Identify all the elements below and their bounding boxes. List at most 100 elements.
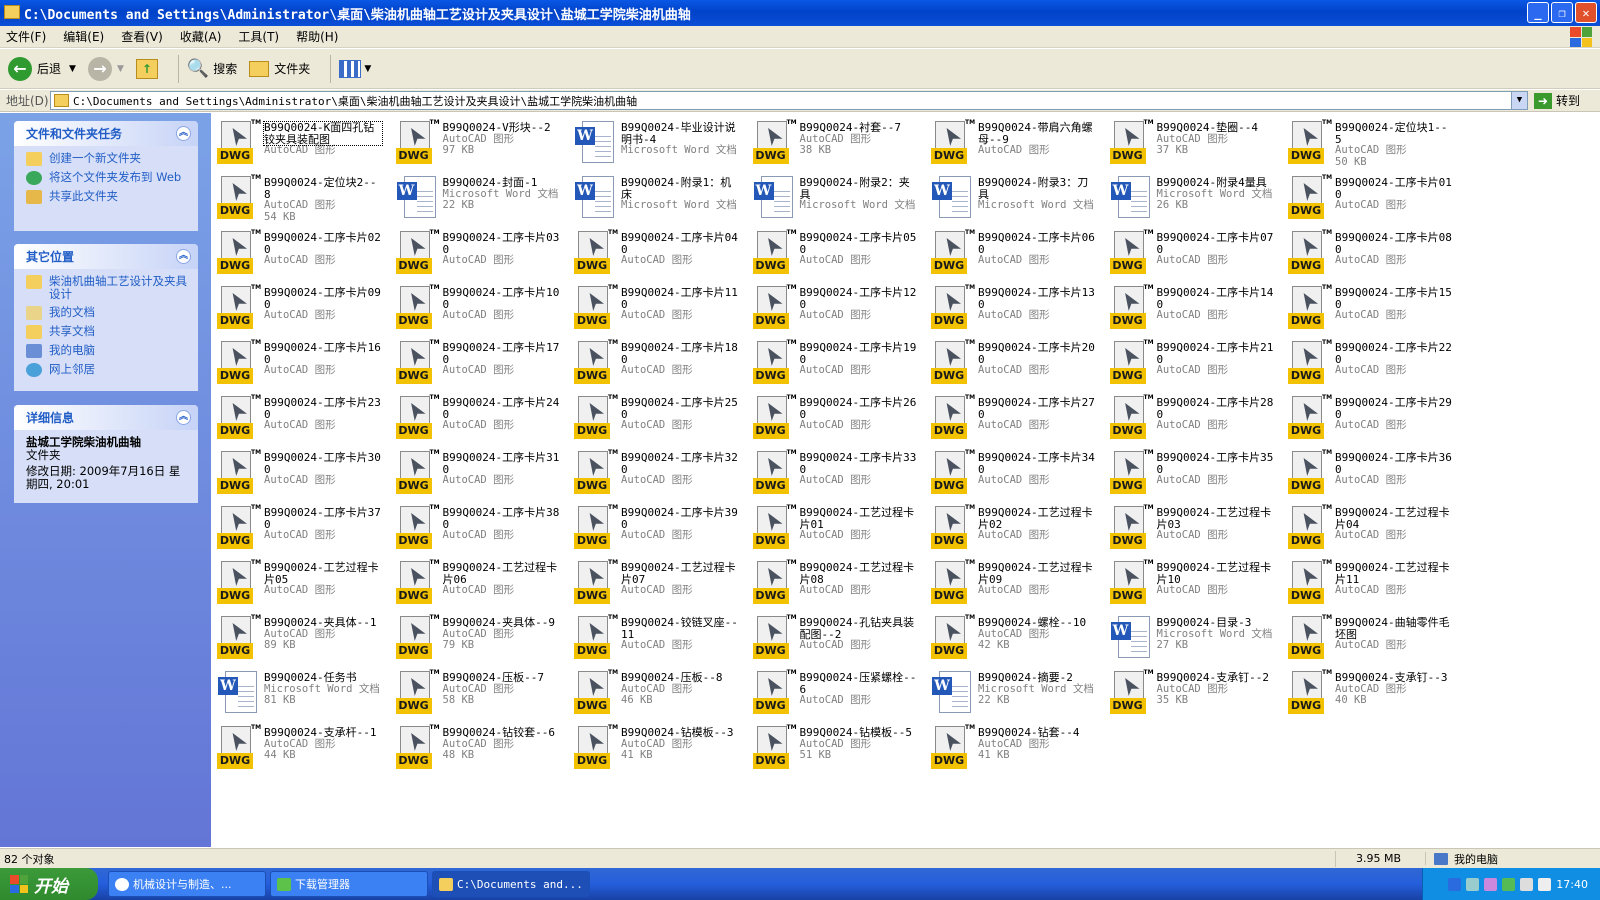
file-item[interactable]: TM DWG B99Q0024-工序卡片260 AutoCAD 图形	[749, 390, 921, 442]
file-item[interactable]: TM DWG B99Q0024-钻模板--5 AutoCAD 图形 51 KB	[749, 720, 921, 772]
menu-view[interactable]: 查看(V)	[121, 28, 163, 45]
file-item[interactable]: TM DWG B99Q0024-定位块1--5 AutoCAD 图形 50 KB	[1284, 115, 1456, 167]
file-item[interactable]: TM DWG B99Q0024-工序卡片360 AutoCAD 图形	[1284, 445, 1456, 497]
address-input[interactable]: C:\Documents and Settings\Administrator\…	[50, 91, 1528, 110]
tray-app-icon[interactable]	[1502, 877, 1516, 891]
shield-icon[interactable]	[1520, 877, 1534, 891]
file-item[interactable]: TM DWG B99Q0024-工序卡片090 AutoCAD 图形	[213, 280, 385, 332]
forward-dropdown-icon[interactable]: ▼	[117, 64, 124, 74]
collapse-icon[interactable]: ︽	[176, 410, 191, 425]
taskbar-item-browser[interactable]: 机械设计与制造、...	[108, 871, 266, 897]
file-item[interactable]: TM DWG B99Q0024-工序卡片150 AutoCAD 图形	[1284, 280, 1456, 332]
file-item[interactable]: TM DWG B99Q0024-压板--8 AutoCAD 图形 46 KB	[570, 665, 742, 717]
file-item[interactable]: TM DWG B99Q0024-压紧螺栓--6 AutoCAD 图形	[749, 665, 921, 717]
task-share-folder[interactable]: 共享此文件夹	[26, 190, 190, 204]
file-item[interactable]: TM DWG B99Q0024-工序卡片180 AutoCAD 图形	[570, 335, 742, 387]
file-item[interactable]: W B99Q0024-附录4量具 Microsoft Word 文档 26 KB	[1106, 170, 1278, 222]
file-item[interactable]: TM DWG B99Q0024-工艺过程卡片10 AutoCAD 图形	[1106, 555, 1278, 607]
file-item[interactable]: W B99Q0024-任务书 Microsoft Word 文档 81 KB	[213, 665, 385, 717]
title-bar[interactable]: C:\Documents and Settings\Administrator\…	[0, 0, 1600, 26]
minimize-button[interactable]: _	[1527, 2, 1549, 23]
file-item[interactable]: W B99Q0024-封面-1 Microsoft Word 文档 22 KB	[392, 170, 564, 222]
file-item[interactable]: TM DWG B99Q0024-工序卡片230 AutoCAD 图形	[213, 390, 385, 442]
file-item[interactable]: TM DWG B99Q0024-夹具体--1 AutoCAD 图形 89 KB	[213, 610, 385, 662]
file-item[interactable]: TM DWG B99Q0024-工序卡片190 AutoCAD 图形	[749, 335, 921, 387]
file-item[interactable]: TM DWG B99Q0024-工序卡片170 AutoCAD 图形	[392, 335, 564, 387]
file-item[interactable]: TM DWG B99Q0024-工序卡片060 AutoCAD 图形	[927, 225, 1099, 277]
file-item[interactable]: TM DWG B99Q0024-曲轴零件毛坯图 AutoCAD 图形	[1284, 610, 1456, 662]
file-item[interactable]: TM DWG B99Q0024-工序卡片250 AutoCAD 图形	[570, 390, 742, 442]
views-button[interactable]: ▼	[339, 59, 371, 78]
file-item[interactable]: TM DWG B99Q0024-孔钻夹具装配图--2 AutoCAD 图形	[749, 610, 921, 662]
maximize-button[interactable]: ❐	[1551, 2, 1573, 23]
search-button[interactable]: 🔍 搜索	[187, 58, 237, 79]
file-item[interactable]: TM DWG B99Q0024-工序卡片120 AutoCAD 图形	[749, 280, 921, 332]
input-method-icon[interactable]	[1448, 877, 1462, 891]
place-my-computer[interactable]: 我的电脑	[26, 344, 190, 358]
file-item[interactable]: TM DWG B99Q0024-工序卡片270 AutoCAD 图形	[927, 390, 1099, 442]
file-item[interactable]: TM DWG B99Q0024-工艺过程卡片01 AutoCAD 图形	[749, 500, 921, 552]
back-button[interactable]: ← 后退 ▼	[8, 56, 76, 81]
address-dropdown-icon[interactable]: ▼	[1511, 92, 1527, 109]
go-button[interactable]: ➜ 转到	[1534, 92, 1580, 109]
file-item[interactable]: TM DWG B99Q0024-工序卡片350 AutoCAD 图形	[1106, 445, 1278, 497]
file-item[interactable]: TM DWG B99Q0024-工序卡片160 AutoCAD 图形	[213, 335, 385, 387]
file-item[interactable]: TM DWG B99Q0024-工序卡片200 AutoCAD 图形	[927, 335, 1099, 387]
collapse-icon[interactable]: ︽	[176, 126, 191, 141]
file-item[interactable]: W B99Q0024-附录2：夹具 Microsoft Word 文档	[749, 170, 921, 222]
file-item[interactable]: TM DWG B99Q0024-工序卡片010 AutoCAD 图形	[1284, 170, 1456, 222]
file-item[interactable]: TM DWG B99Q0024-夹具体--9 AutoCAD 图形 79 KB	[392, 610, 564, 662]
file-item[interactable]: TM DWG B99Q0024-工艺过程卡片06 AutoCAD 图形	[392, 555, 564, 607]
file-item[interactable]: TM DWG B99Q0024-工序卡片310 AutoCAD 图形	[392, 445, 564, 497]
file-item[interactable]: TM DWG B99Q0024-工艺过程卡片07 AutoCAD 图形	[570, 555, 742, 607]
file-item[interactable]: TM DWG B99Q0024-衬套--7 AutoCAD 图形 38 KB	[749, 115, 921, 167]
file-item[interactable]: TM DWG B99Q0024-支承钉--2 AutoCAD 图形 35 KB	[1106, 665, 1278, 717]
menu-tools[interactable]: 工具(T)	[238, 28, 279, 45]
file-item[interactable]: TM DWG B99Q0024-工序卡片380 AutoCAD 图形	[392, 500, 564, 552]
file-item[interactable]: TM DWG B99Q0024-工序卡片210 AutoCAD 图形	[1106, 335, 1278, 387]
file-item[interactable]: TM DWG B99Q0024-工艺过程卡片04 AutoCAD 图形	[1284, 500, 1456, 552]
file-item[interactable]: TM DWG B99Q0024-工序卡片030 AutoCAD 图形	[392, 225, 564, 277]
file-item[interactable]: TM DWG B99Q0024-工序卡片280 AutoCAD 图形	[1106, 390, 1278, 442]
file-item[interactable]: TM DWG B99Q0024-工序卡片050 AutoCAD 图形	[749, 225, 921, 277]
close-button[interactable]: ✕	[1575, 2, 1597, 23]
task-new-folder[interactable]: 创建一个新文件夹	[26, 152, 190, 166]
file-item[interactable]: TM DWG B99Q0024-工序卡片320 AutoCAD 图形	[570, 445, 742, 497]
menu-edit[interactable]: 编辑(E)	[63, 28, 104, 45]
file-item[interactable]: W B99Q0024-摘要-2 Microsoft Word 文档 22 KB	[927, 665, 1099, 717]
up-folder-button[interactable]: ↑	[135, 58, 158, 79]
file-item[interactable]: TM DWG B99Q0024-K面四孔钻铰夹具装配图 AutoCAD 图形	[213, 115, 385, 167]
file-item[interactable]: TM DWG B99Q0024-工序卡片070 AutoCAD 图形	[1106, 225, 1278, 277]
file-item[interactable]: TM DWG B99Q0024-工艺过程卡片05 AutoCAD 图形	[213, 555, 385, 607]
file-item[interactable]: W B99Q0024-附录3：刀具 Microsoft Word 文档	[927, 170, 1099, 222]
file-item[interactable]: TM DWG B99Q0024-工艺过程卡片09 AutoCAD 图形	[927, 555, 1099, 607]
file-item[interactable]: TM DWG B99Q0024-工序卡片080 AutoCAD 图形	[1284, 225, 1456, 277]
file-item[interactable]: TM DWG B99Q0024-工序卡片330 AutoCAD 图形	[749, 445, 921, 497]
file-item[interactable]: TM DWG B99Q0024-钻模板--3 AutoCAD 图形 41 KB	[570, 720, 742, 772]
other-places-header[interactable]: 其它位置 ︽	[14, 244, 198, 269]
file-item[interactable]: TM DWG B99Q0024-压板--7 AutoCAD 图形 58 KB	[392, 665, 564, 717]
file-item[interactable]: TM DWG B99Q0024-钻套--4 AutoCAD 图形 41 KB	[927, 720, 1099, 772]
file-item[interactable]: TM DWG B99Q0024-定位块2--8 AutoCAD 图形 54 KB	[213, 170, 385, 222]
file-item[interactable]: TM DWG B99Q0024-工序卡片020 AutoCAD 图形	[213, 225, 385, 277]
file-item[interactable]: TM DWG B99Q0024-支承杆--1 AutoCAD 图形 44 KB	[213, 720, 385, 772]
file-item[interactable]: TM DWG B99Q0024-工序卡片290 AutoCAD 图形	[1284, 390, 1456, 442]
file-item[interactable]: TM DWG B99Q0024-工序卡片390 AutoCAD 图形	[570, 500, 742, 552]
file-item[interactable]: W B99Q0024-毕业设计说明书-4 Microsoft Word 文档	[570, 115, 742, 167]
file-item[interactable]: TM DWG B99Q0024-工序卡片340 AutoCAD 图形	[927, 445, 1099, 497]
file-item[interactable]: TM DWG B99Q0024-钻铰套--6 AutoCAD 图形 48 KB	[392, 720, 564, 772]
menu-file[interactable]: 文件(F)	[6, 28, 46, 45]
file-item[interactable]: TM DWG B99Q0024-工序卡片140 AutoCAD 图形	[1106, 280, 1278, 332]
file-item[interactable]: TM DWG B99Q0024-工序卡片100 AutoCAD 图形	[392, 280, 564, 332]
file-item[interactable]: TM DWG B99Q0024-工序卡片110 AutoCAD 图形	[570, 280, 742, 332]
back-dropdown-icon[interactable]: ▼	[69, 64, 76, 74]
menu-help[interactable]: 帮助(H)	[296, 28, 338, 45]
file-item[interactable]: TM DWG B99Q0024-V形块--2 AutoCAD 图形 97 KB	[392, 115, 564, 167]
collapse-icon[interactable]: ︽	[176, 249, 191, 264]
file-item[interactable]: TM DWG B99Q0024-垫圈--4 AutoCAD 图形 37 KB	[1106, 115, 1278, 167]
tray-app-icon[interactable]	[1484, 877, 1498, 891]
file-item[interactable]: TM DWG B99Q0024-工序卡片220 AutoCAD 图形	[1284, 335, 1456, 387]
network-tray-icon[interactable]	[1466, 877, 1480, 891]
file-item[interactable]: TM DWG B99Q0024-带肩六角螺母--9 AutoCAD 图形	[927, 115, 1099, 167]
folders-button[interactable]: 文件夹	[249, 60, 310, 77]
